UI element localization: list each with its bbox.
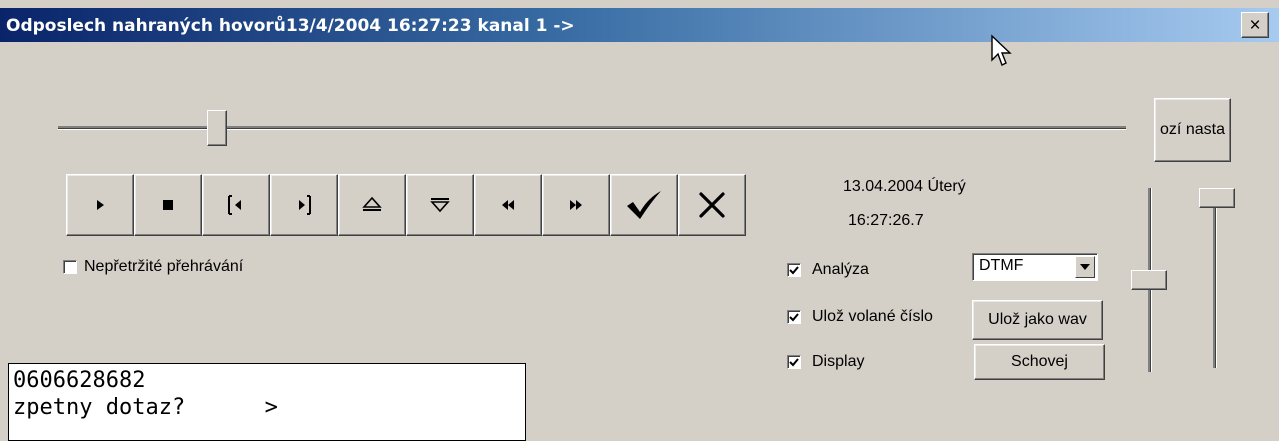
rewind-icon xyxy=(502,200,514,210)
playback-window: Odposlech nahraných hovorů13/4/2004 16:2… xyxy=(0,0,1279,441)
window-title: Odposlech nahraných hovorů13/4/2004 16:2… xyxy=(6,16,575,36)
previous-mark-button[interactable] xyxy=(202,174,270,236)
next-mark-icon xyxy=(299,195,311,215)
title-bar[interactable]: Odposlech nahraných hovorů13/4/2004 16:2… xyxy=(0,8,1279,42)
display-line-2: zpetny dotaz? > xyxy=(13,395,278,420)
checkmark-icon xyxy=(789,266,799,275)
analysis-checkbox[interactable] xyxy=(787,263,801,277)
analysis-label: Analýza xyxy=(812,261,869,278)
save-as-wav-button[interactable]: Ulož jako wav xyxy=(972,300,1103,340)
checkmark-icon xyxy=(789,313,799,322)
stop-button[interactable] xyxy=(134,174,202,236)
dropdown-arrow-icon[interactable] xyxy=(1075,256,1095,278)
left-volume-thumb[interactable] xyxy=(1131,270,1167,290)
right-volume-track[interactable] xyxy=(1213,190,1217,368)
cross-icon xyxy=(699,192,725,218)
play-button[interactable] xyxy=(66,174,134,236)
close-icon: × xyxy=(1249,14,1261,36)
display-panel: 0606628682 zpetny dotaz? > xyxy=(8,363,526,441)
display-checkbox[interactable] xyxy=(787,355,801,369)
eject-up-button[interactable] xyxy=(338,174,406,236)
mouse-cursor-icon xyxy=(990,34,1012,72)
continuous-playback-label: Nepřetržité přehrávání xyxy=(84,258,244,275)
play-icon xyxy=(97,200,104,210)
previous-mark-icon xyxy=(228,195,241,215)
eject-down-button[interactable] xyxy=(406,174,474,236)
hide-button[interactable]: Schovej xyxy=(974,344,1105,380)
save-number-checkbox[interactable] xyxy=(787,310,801,324)
recording-time: 16:27:26.7 xyxy=(848,212,924,229)
position-slider-thumb[interactable] xyxy=(207,110,227,146)
save-number-label: Ulož volané číslo xyxy=(812,308,933,325)
confirm-button[interactable] xyxy=(610,174,678,236)
continuous-playback-checkbox[interactable] xyxy=(63,260,77,274)
mode-select-value: DTMF xyxy=(979,257,1024,274)
right-volume-thumb[interactable] xyxy=(1199,188,1235,208)
eject-down-icon xyxy=(430,198,450,213)
display-line-1: 0606628682 xyxy=(13,368,146,393)
fast-forward-button[interactable] xyxy=(542,174,610,236)
stop-icon xyxy=(163,200,173,210)
fast-forward-icon xyxy=(570,200,582,210)
checkmark-icon xyxy=(789,358,799,367)
recording-date: 13.04.2004 Úterý xyxy=(843,178,966,195)
next-mark-button[interactable] xyxy=(270,174,338,236)
close-button[interactable]: × xyxy=(1241,12,1269,38)
settings-button[interactable]: ozí nasta xyxy=(1154,98,1231,162)
cancel-button[interactable] xyxy=(678,174,746,236)
checkmark-icon xyxy=(627,191,661,219)
display-label: Display xyxy=(812,353,865,370)
eject-up-icon xyxy=(362,196,382,211)
rewind-button[interactable] xyxy=(474,174,542,236)
mode-select[interactable]: DTMF xyxy=(972,253,1098,281)
